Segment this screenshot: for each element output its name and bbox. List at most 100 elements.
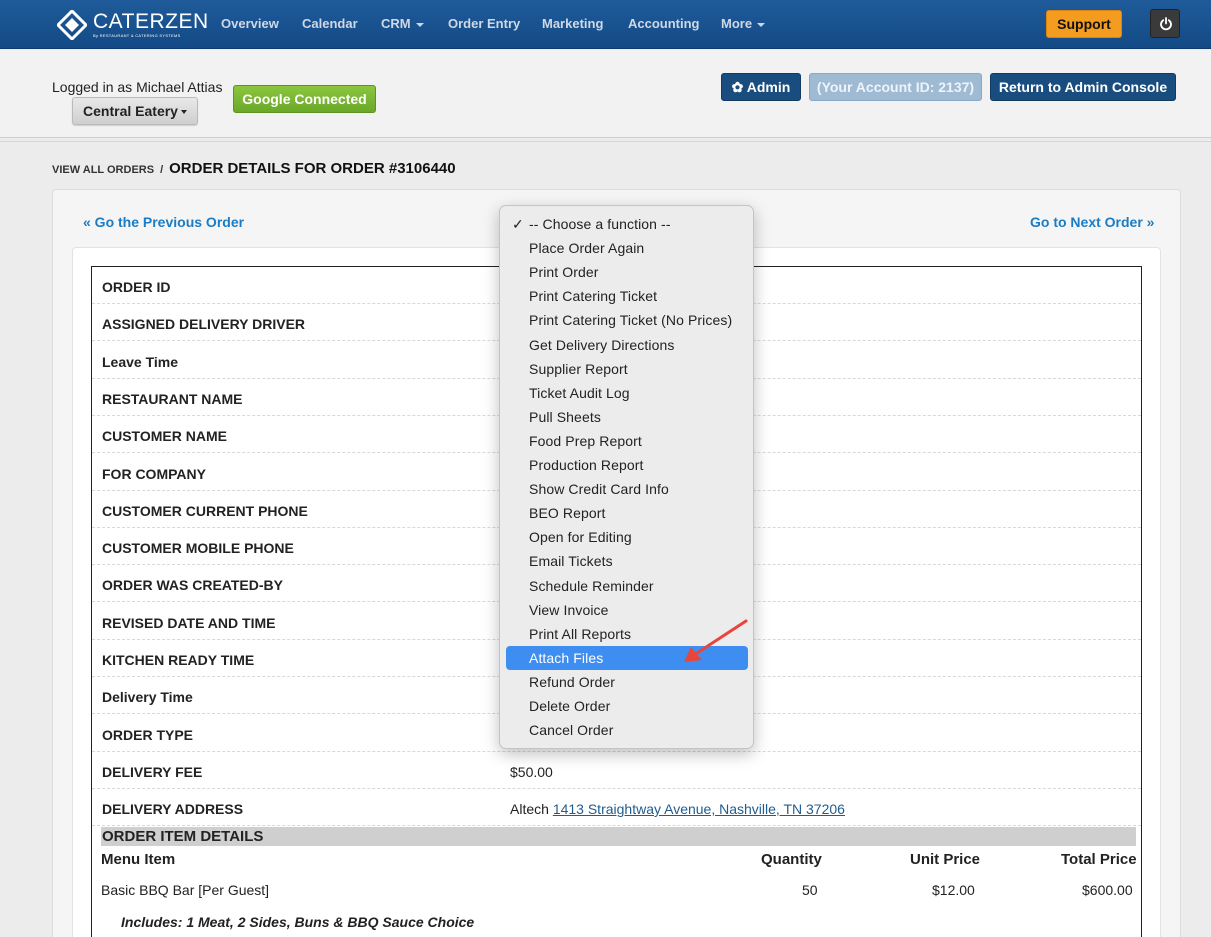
nav-more-label: More — [721, 16, 753, 31]
column-quantity: Quantity — [761, 851, 822, 868]
order-row-value-text: Altech — [510, 801, 549, 817]
nav-marketing[interactable]: Marketing — [542, 16, 603, 31]
function-option[interactable]: BEO Report — [506, 501, 748, 525]
order-row-label: DELIVERY ADDRESS — [102, 801, 244, 817]
function-option-label: Cancel Order — [529, 722, 614, 739]
function-option[interactable]: Delete Order — [506, 694, 748, 718]
order-row-label: ORDER WAS CREATED-BY — [102, 577, 283, 593]
function-option-label: Schedule Reminder — [529, 577, 654, 594]
function-option[interactable]: Schedule Reminder — [506, 574, 748, 598]
function-option-label: BEO Report — [529, 505, 606, 522]
function-option-label: Supplier Report — [529, 360, 628, 377]
function-option-label: Open for Editing — [529, 529, 632, 546]
function-option-label: -- Choose a function -- — [529, 216, 671, 232]
order-row-label: Leave Time — [102, 354, 179, 370]
function-option-label: Production Report — [529, 457, 644, 473]
function-option-label: Print Catering Ticket (No Prices) — [529, 312, 733, 329]
function-option-label: Delete Order — [529, 698, 611, 714]
top-navbar: CATERZEN By RESTAURANT & CATERING SYSTEM… — [0, 0, 1211, 49]
order-row-label: DELIVERY FEE — [102, 764, 203, 780]
previous-order-link[interactable]: « Go the Previous Order — [83, 214, 244, 230]
function-option[interactable]: Production Report — [506, 453, 748, 477]
function-option-label: Print All Reports — [529, 625, 632, 642]
chevron-down-icon — [757, 22, 766, 27]
nav-overview[interactable]: Overview — [221, 16, 279, 31]
function-option-label: Place Order Again — [529, 240, 645, 257]
function-option-label: Print Order — [529, 264, 599, 281]
order-row-label: FOR COMPANY — [102, 466, 206, 482]
function-option[interactable]: Print Catering Ticket — [506, 284, 748, 308]
function-option-label: Pull Sheets — [529, 408, 601, 425]
function-option[interactable]: Place Order Again — [506, 236, 748, 260]
order-row-label: CUSTOMER MOBILE PHONE — [102, 540, 294, 556]
function-option[interactable]: Supplier Report — [506, 357, 748, 381]
nav-order-entry[interactable]: Order Entry — [448, 16, 520, 31]
function-option[interactable]: ✓ -- Choose a function -- — [506, 212, 748, 236]
nav-crm-label: CRM — [381, 16, 411, 31]
chevron-down-icon — [180, 110, 187, 115]
column-total-price: Total Price — [1061, 851, 1137, 868]
red-arrow-icon — [684, 619, 748, 662]
order-row-label: ORDER TYPE — [102, 727, 194, 743]
function-select-menu[interactable]: ✓ -- Choose a function -- Place Order Agai… — [499, 205, 754, 749]
admin-label: Admin — [746, 79, 791, 95]
function-option[interactable]: Cancel Order — [506, 718, 748, 742]
function-option[interactable]: Print Order — [506, 260, 748, 284]
function-option[interactable]: Pull Sheets — [506, 405, 748, 429]
function-option[interactable]: Show Credit Card Info — [506, 477, 748, 501]
function-option[interactable]: Open for Editing — [506, 525, 748, 549]
power-icon — [1160, 17, 1172, 31]
return-admin-console-button[interactable]: Return to Admin Console — [990, 73, 1176, 101]
function-option-label: Food Prep Report — [529, 432, 642, 449]
logo-subtext: By RESTAURANT & CATERING SYSTEMS — [93, 33, 181, 38]
breadcrumb-separator: / — [160, 164, 164, 176]
chevron-down-icon — [415, 22, 424, 27]
order-row-label: ASSIGNED DELIVERY DRIVER — [102, 316, 306, 332]
restaurant-selector[interactable]: Central Eatery — [72, 97, 198, 125]
caterzen-logo[interactable]: CATERZEN By RESTAURANT & CATERING SYSTEM… — [57, 9, 209, 41]
power-button[interactable] — [1150, 9, 1180, 38]
item-name: Basic BBQ Bar [Per Guest] — [101, 882, 270, 898]
order-row-value: Altech 1413 Straightway Avenue, Nashvill… — [510, 801, 845, 817]
logged-in-text: Logged in as Michael Attias — [52, 79, 223, 95]
checkmark-icon: ✓ — [512, 216, 524, 232]
breadcrumb: VIEW ALL ORDERS / ORDER DETAILS FOR ORDER … — [52, 160, 456, 178]
order-row-label: REVISED DATE AND TIME — [102, 615, 276, 631]
function-option[interactable]: Ticket Audit Log — [506, 381, 748, 405]
order-row-value: $50.00 — [510, 764, 553, 780]
gear-icon: ✿ — [731, 79, 747, 95]
order-row-label: CUSTOMER CURRENT PHONE — [102, 503, 308, 519]
nav-more[interactable]: More — [721, 16, 766, 31]
admin-button[interactable]: ✿ Admin — [721, 73, 801, 101]
function-option[interactable]: Food Prep Report — [506, 429, 748, 453]
item-quantity: 50 — [802, 882, 818, 898]
google-connected-button[interactable]: Google Connected — [233, 85, 376, 113]
order-row: DELIVERY FEE $50.00 — [92, 752, 1141, 789]
function-option[interactable]: Email Tickets — [506, 549, 748, 573]
logo-text: CATERZEN — [93, 10, 209, 33]
function-option[interactable]: Refund Order — [506, 670, 748, 694]
next-order-link[interactable]: Go to Next Order » — [1030, 214, 1154, 230]
column-menu-item: Menu Item — [101, 851, 176, 868]
account-id-button[interactable]: (Your Account ID: 2137) — [809, 73, 982, 101]
function-option-label: Attach Files — [529, 649, 604, 666]
support-button[interactable]: Support — [1046, 10, 1122, 38]
header-divider — [0, 141, 1211, 142]
order-row-label: RESTAURANT NAME — [102, 391, 243, 407]
nav-accounting[interactable]: Accounting — [628, 16, 700, 31]
function-option-label: Get Delivery Directions — [529, 336, 675, 353]
nav-calendar[interactable]: Calendar — [302, 16, 358, 31]
breadcrumb-view-all-orders[interactable]: VIEW ALL ORDERS — [52, 164, 154, 176]
order-row-label: KITCHEN READY TIME — [102, 652, 255, 668]
delivery-address-link[interactable]: 1413 Straightway Avenue, Nashville, TN 3… — [553, 801, 845, 817]
page-title: ORDER DETAILS FOR ORDER #3106440 — [169, 160, 456, 177]
restaurant-selector-label: Central Eatery — [83, 103, 178, 119]
function-option[interactable]: Get Delivery Directions — [506, 333, 748, 357]
function-option-label: Email Tickets — [529, 553, 613, 570]
order-row-label: Delivery Time — [102, 689, 193, 705]
function-option[interactable]: Print Catering Ticket (No Prices) — [506, 308, 748, 332]
order-items-header: ORDER ITEM DETAILS — [101, 827, 1136, 846]
function-option-label: View Invoice — [529, 601, 609, 618]
item-total-price: $600.00 — [1082, 882, 1133, 898]
nav-crm[interactable]: CRM — [381, 16, 424, 31]
